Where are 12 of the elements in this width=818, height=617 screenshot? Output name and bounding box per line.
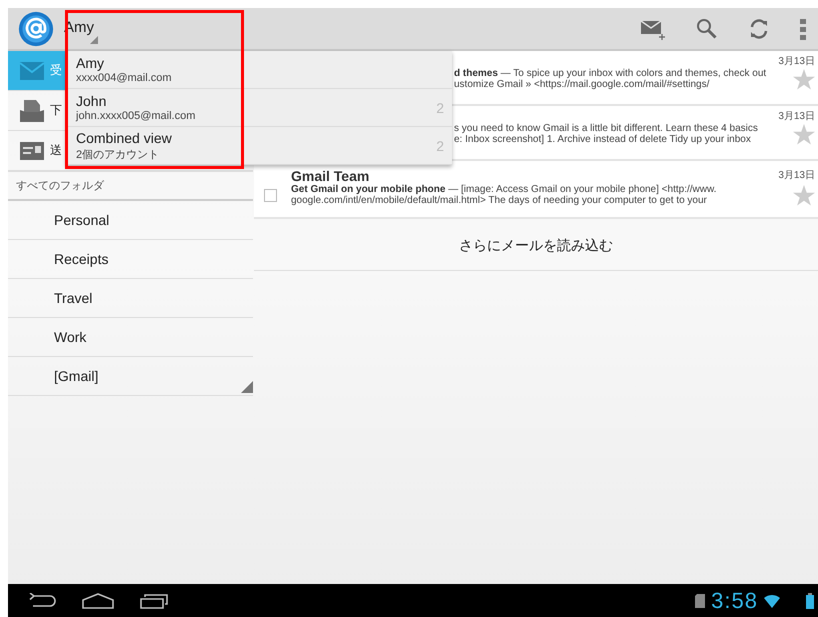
email-snippet: s you need to know Gmail is a little bit different. Learn these 4 basics xyxy=(454,123,759,134)
email-date: 3月13日 xyxy=(778,55,815,68)
email-date: 3月13日 xyxy=(778,169,815,182)
email-date: 3月13日 xyxy=(778,110,815,123)
email-snippet: Get Gmail on your mobile phone — [image: Access Gmail on your mobile phone] <http://www. xyxy=(291,184,718,195)
email-sender: Gmail Team xyxy=(291,168,370,184)
email-snippet: google.com/intl/en/mobile/default/mail.html> The days of needing your computer to get to your xyxy=(291,195,708,206)
clock: 3:58 xyxy=(711,588,758,614)
email-snippet: ustomize Gmail » <https://mail.google.com/mail/#settings/ xyxy=(454,79,710,90)
email-snippet: d themes — To spice up your inbox with colors and themes, check out xyxy=(454,68,768,79)
section-header: すべてのフォルダ xyxy=(8,171,253,201)
email-snippet: e: Inbox screenshot] 1. Archive instead of delete Tidy up your inbox xyxy=(454,134,752,145)
